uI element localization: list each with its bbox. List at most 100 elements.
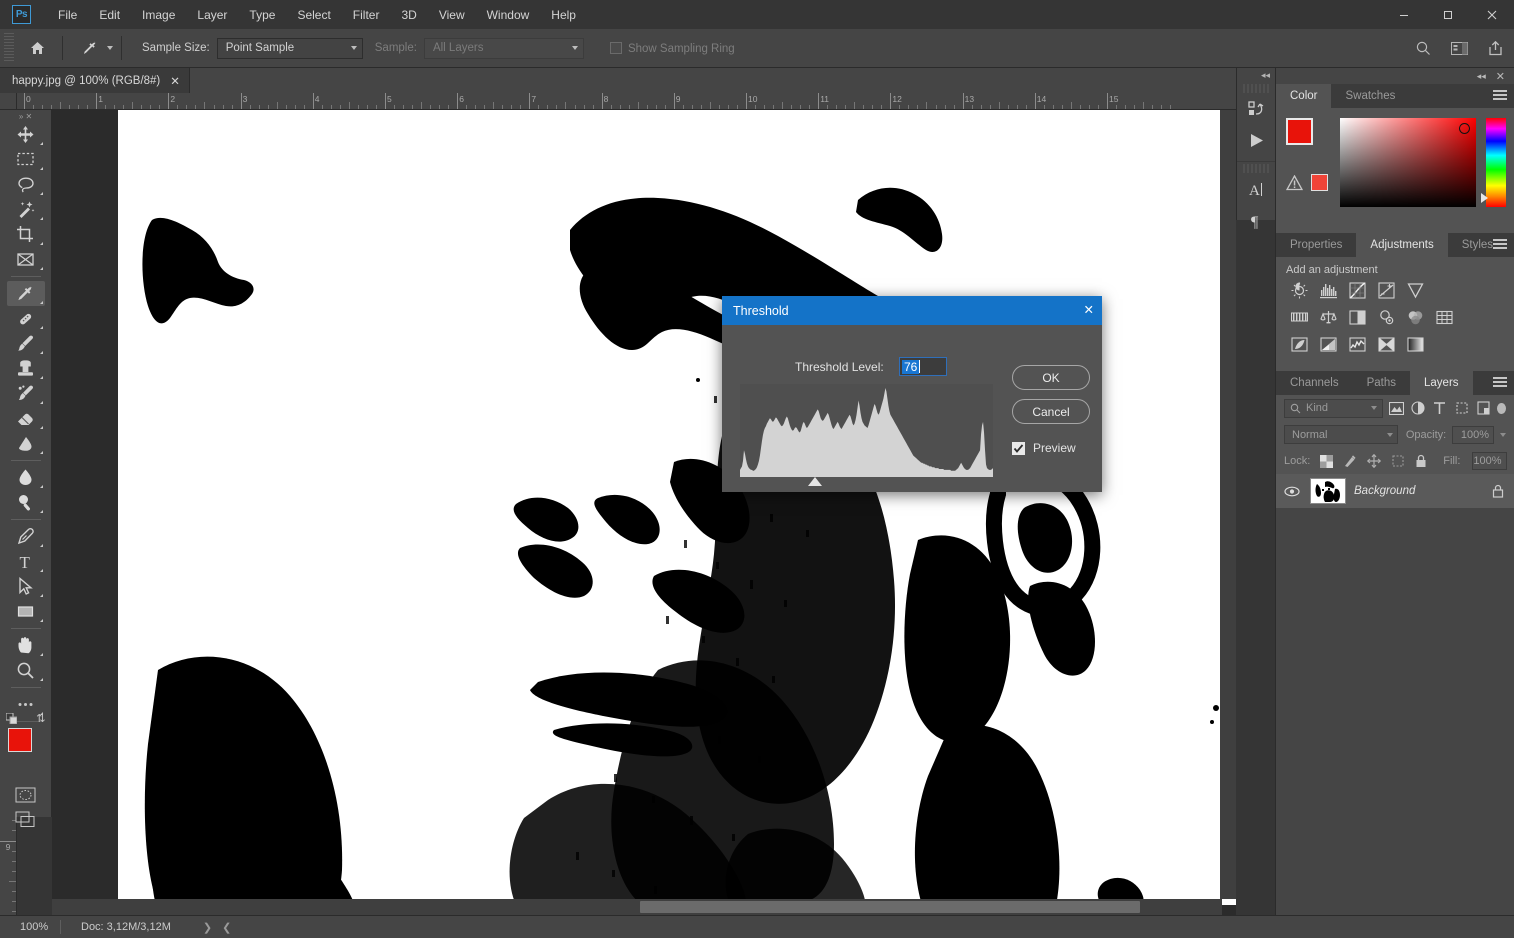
gamut-warning[interactable]: [1286, 174, 1328, 191]
vibrance-icon[interactable]: [1406, 281, 1425, 300]
threshold-slider[interactable]: [740, 477, 993, 489]
close-icon[interactable]: ✕: [1496, 70, 1505, 83]
layer-filter-toggle[interactable]: [1497, 403, 1506, 414]
fill-value[interactable]: 100%: [1472, 452, 1506, 470]
tab-paths[interactable]: Paths: [1353, 371, 1410, 395]
brush-tool[interactable]: [7, 331, 45, 356]
document-info[interactable]: Doc: 3,12M/3,12M: [61, 921, 171, 933]
hue-saturation-icon[interactable]: [1290, 308, 1309, 327]
history-brush-tool[interactable]: [7, 381, 45, 406]
swap-colors-icon[interactable]: ⇅: [36, 712, 45, 725]
move-tool[interactable]: [7, 122, 45, 147]
zoom-level[interactable]: 100%: [0, 921, 60, 933]
type-filter-icon[interactable]: [1432, 399, 1448, 418]
menu-item-image[interactable]: Image: [131, 4, 186, 26]
character-icon[interactable]: A: [1241, 175, 1271, 204]
lock-all-icon[interactable]: [1415, 454, 1427, 469]
black-and-white-icon[interactable]: [1348, 308, 1367, 327]
tab-layers[interactable]: Layers: [1410, 371, 1473, 395]
panel-menu-icon[interactable]: [1493, 239, 1507, 250]
home-icon[interactable]: [20, 31, 54, 65]
spot-healing-brush-tool[interactable]: [7, 306, 45, 331]
channel-mixer-icon[interactable]: [1406, 308, 1425, 327]
menu-item-help[interactable]: Help: [540, 4, 587, 26]
curves-icon[interactable]: [1348, 281, 1367, 300]
default-colors-icon[interactable]: [6, 713, 17, 724]
collapse-icon[interactable]: ◂◂: [1477, 71, 1486, 82]
panel-menu-icon[interactable]: [1493, 90, 1507, 101]
tab-color[interactable]: Color: [1276, 84, 1331, 108]
actions-play-icon[interactable]: [1241, 126, 1271, 155]
gradient-tool[interactable]: [7, 431, 45, 456]
dodge-tool[interactable]: [7, 490, 45, 515]
lock-image-icon[interactable]: [1343, 454, 1357, 469]
menu-item-window[interactable]: Window: [476, 4, 541, 26]
lock-position-icon[interactable]: [1367, 454, 1381, 469]
close-icon[interactable]: ✕: [1084, 304, 1094, 317]
rectangular-marquee-tool[interactable]: [7, 147, 45, 172]
foreground-color-swatch[interactable]: [8, 728, 32, 752]
menu-item-edit[interactable]: Edit: [88, 4, 131, 26]
sample-select[interactable]: All Layers: [424, 38, 584, 59]
sampling-ring-checkbox[interactable]: [610, 42, 622, 54]
blend-mode-select[interactable]: Normal: [1284, 425, 1398, 444]
frame-tool[interactable]: [7, 247, 45, 272]
zoom-tool[interactable]: [7, 658, 45, 683]
hue-slider[interactable]: [1486, 118, 1506, 207]
eyedropper-tool[interactable]: [7, 281, 45, 306]
layer-thumbnail[interactable]: [1310, 478, 1346, 504]
menu-item-layer[interactable]: Layer: [186, 4, 238, 26]
document-canvas[interactable]: [118, 110, 1236, 905]
options-bar-grip[interactable]: [4, 33, 14, 63]
threshold-level-input[interactable]: 76: [899, 357, 947, 376]
threshold-dialog[interactable]: Threshold ✕ Threshold Level: 76 OK Cance…: [722, 296, 1102, 492]
color-lookup-icon[interactable]: [1435, 308, 1454, 327]
tab-swatches[interactable]: Swatches: [1331, 84, 1409, 108]
scrollbar-thumb[interactable]: [640, 901, 1140, 913]
panel-menu-icon[interactable]: [1493, 377, 1507, 388]
color-swatches[interactable]: ⇅: [6, 726, 46, 768]
ok-button[interactable]: OK: [1012, 365, 1090, 390]
lasso-tool[interactable]: [7, 172, 45, 197]
shape-filter-icon[interactable]: [1454, 399, 1470, 418]
exposure-icon[interactable]: [1377, 281, 1396, 300]
close-icon[interactable]: ✕: [170, 74, 180, 88]
pixel-filter-icon[interactable]: [1389, 399, 1405, 418]
tab-adjustments[interactable]: Adjustments: [1356, 233, 1447, 257]
hue-slider-marker[interactable]: [1481, 193, 1488, 203]
collapse-icon[interactable]: ◂◂: [1237, 68, 1275, 82]
workspace-icon[interactable]: [1448, 37, 1470, 59]
chevron-down-icon[interactable]: [107, 46, 113, 50]
menu-item-view[interactable]: View: [428, 4, 476, 26]
canvas-area[interactable]: [52, 110, 1236, 915]
blur-tool[interactable]: [7, 465, 45, 490]
gamut-warning-swatch[interactable]: [1311, 174, 1328, 191]
eraser-tool[interactable]: [7, 406, 45, 431]
tab-channels[interactable]: Channels: [1276, 371, 1353, 395]
selective-color-icon[interactable]: [1406, 335, 1425, 354]
foreground-color-swatch[interactable]: [1286, 118, 1313, 145]
chevron-left-icon[interactable]: ❮: [222, 921, 231, 934]
brightness-contrast-icon[interactable]: [1290, 281, 1309, 300]
tools-panel-grip[interactable]: » ✕: [0, 110, 51, 122]
pen-tool[interactable]: [7, 524, 45, 549]
sample-size-select[interactable]: Point Sample: [217, 38, 363, 59]
color-panel-swatches[interactable]: [1286, 118, 1330, 160]
preview-checkbox[interactable]: [1012, 442, 1025, 455]
gradient-map-icon[interactable]: [1377, 335, 1396, 354]
menu-item-select[interactable]: Select: [286, 4, 341, 26]
color-field[interactable]: [1340, 118, 1476, 207]
eye-icon[interactable]: [1282, 486, 1302, 497]
document-tab[interactable]: happy.jpg @ 100% (RGB/8#) ✕: [0, 68, 190, 93]
history-icon[interactable]: [1241, 95, 1271, 124]
path-selection-tool[interactable]: [7, 574, 45, 599]
share-icon[interactable]: [1484, 37, 1506, 59]
tool-preset-picker[interactable]: [71, 35, 113, 61]
hand-tool[interactable]: [7, 633, 45, 658]
cancel-button[interactable]: Cancel: [1012, 399, 1090, 424]
search-icon[interactable]: [1412, 37, 1434, 59]
chevron-down-icon[interactable]: [1500, 433, 1506, 437]
close-icon[interactable]: [1470, 0, 1514, 29]
maximize-icon[interactable]: [1426, 0, 1470, 29]
rectangle-tool[interactable]: [7, 599, 45, 624]
